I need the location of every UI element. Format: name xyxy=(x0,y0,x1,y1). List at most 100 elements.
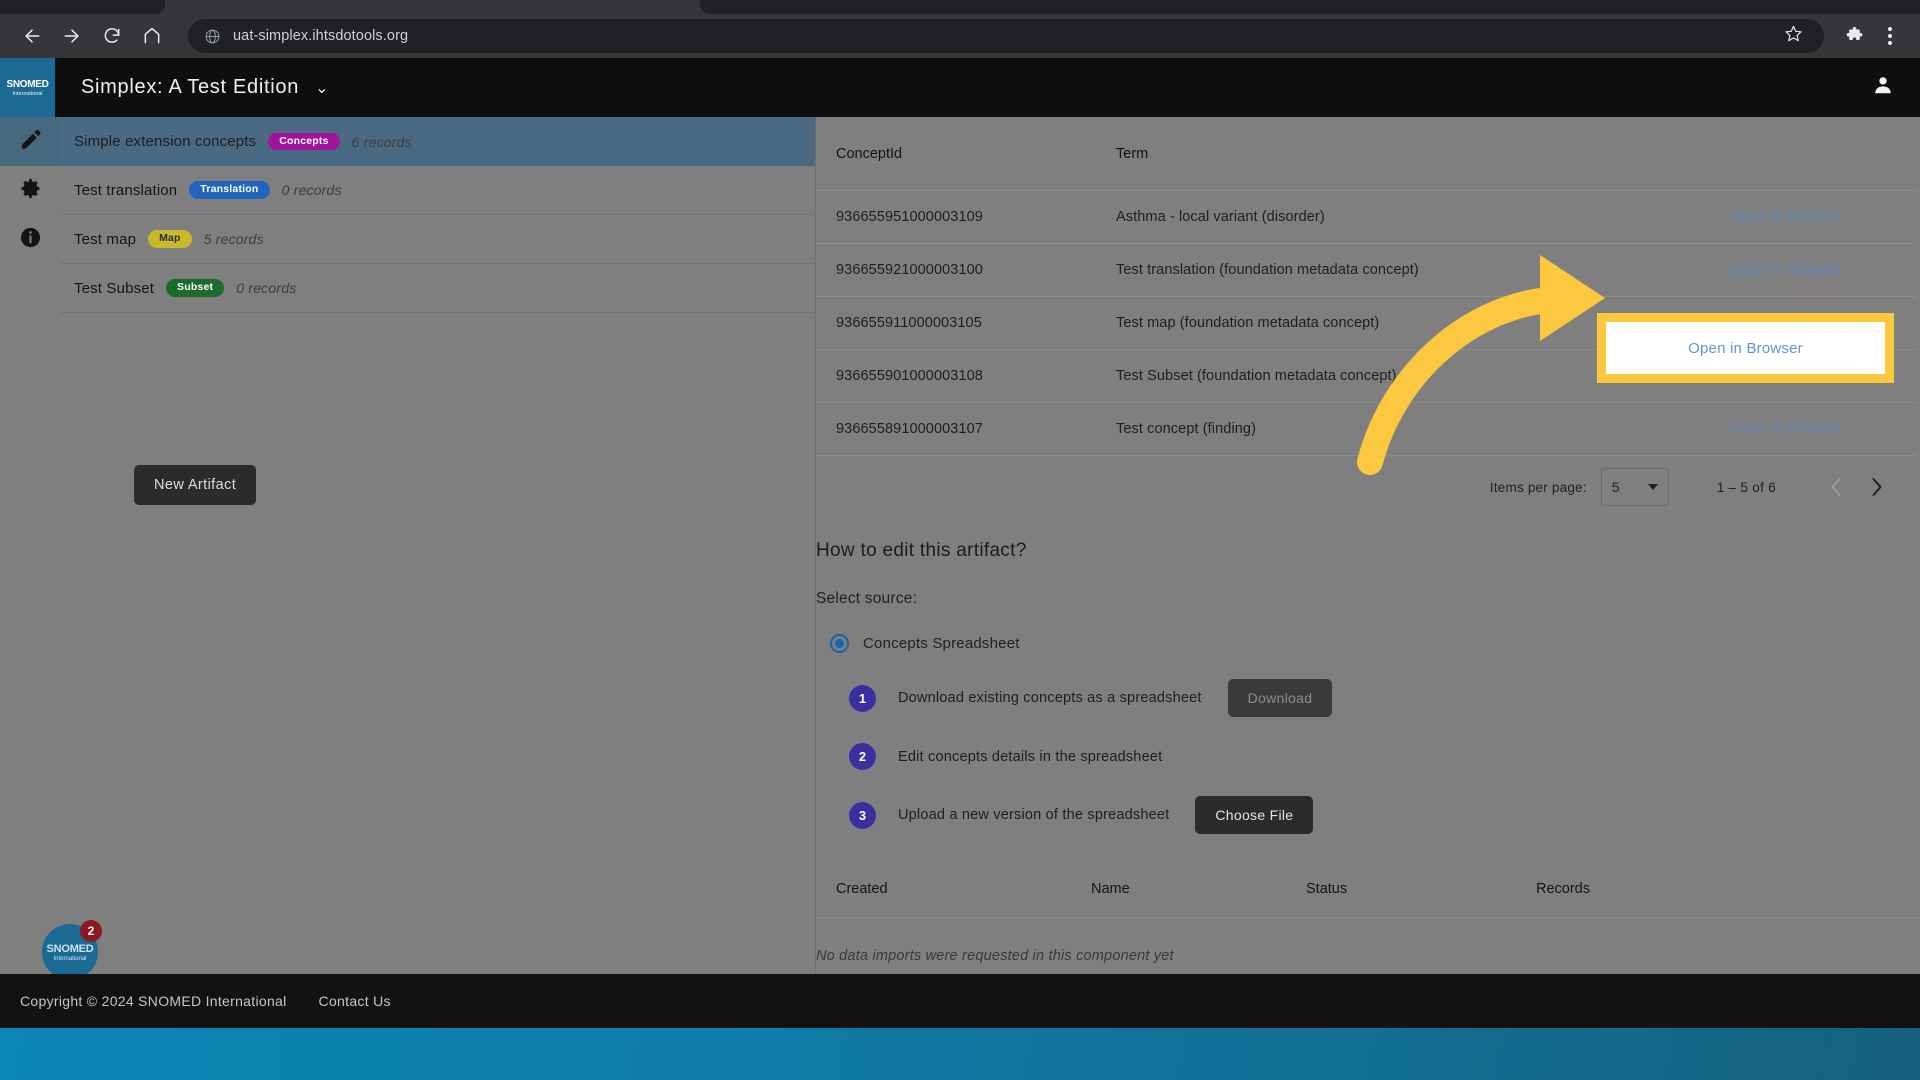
support-badge[interactable]: SNOMED International 2 xyxy=(42,920,102,980)
artifact-row[interactable]: Test Subset Subset 0 records xyxy=(60,264,815,313)
artifact-name: Simple extension concepts xyxy=(74,133,257,150)
address-bar[interactable]: uat-simplex.ihtsdotools.org xyxy=(188,19,1824,53)
artifact-row[interactable]: Simple extension concepts Concepts 6 rec… xyxy=(60,117,815,166)
concepts-table: ConceptId Term 936655951000003109 Asthma… xyxy=(816,117,1916,518)
rail-item-edit[interactable] xyxy=(0,117,60,166)
reload-icon[interactable] xyxy=(94,18,130,54)
home-icon[interactable] xyxy=(134,18,170,54)
cell-term: Asthma - local variant (disorder) xyxy=(1116,209,1325,225)
bottom-gradient-strip xyxy=(0,1028,1920,1080)
browser-chrome: uat-simplex.ihtsdotools.org xyxy=(0,0,1920,58)
cell-conceptid: 936655901000003108 xyxy=(836,368,983,384)
chevron-right-icon[interactable] xyxy=(1856,467,1896,507)
cell-conceptid: 936655891000003107 xyxy=(836,421,983,437)
support-badge-count: 2 xyxy=(80,920,102,942)
person-icon[interactable] xyxy=(1872,74,1894,101)
support-badge-line-2: International xyxy=(53,955,87,962)
cell-conceptid: 936655911000003105 xyxy=(836,315,982,331)
rail-item-info[interactable] xyxy=(0,215,60,264)
cell-term: Test map (foundation metadata concept) xyxy=(1116,315,1380,331)
artifact-name: Test translation xyxy=(74,181,178,199)
artifact-name: Test Subset xyxy=(74,279,155,297)
imports-empty-message: No data imports were requested in this c… xyxy=(816,948,1174,964)
step-row: 1 Download existing concepts as a spread… xyxy=(816,679,1920,717)
download-button[interactable]: Download xyxy=(1227,679,1333,717)
table-row: 936655891000003107 Test concept (finding… xyxy=(816,403,1916,456)
artifact-row[interactable]: Test translation Translation 0 records xyxy=(60,166,815,215)
main-content: ConceptId Term 936655951000003109 Asthma… xyxy=(816,117,1920,974)
artifact-records: 6 records xyxy=(351,133,412,150)
step-text: Edit concepts details in the spreadsheet xyxy=(898,748,1163,765)
open-in-browser-link[interactable]: Open in Browser xyxy=(1731,368,1842,384)
support-badge-line-1: SNOMED xyxy=(46,942,94,955)
step-text: Download existing concepts as a spreadsh… xyxy=(898,690,1202,706)
column-header-term: Term xyxy=(1116,145,1149,162)
artifact-type-chip: Subset xyxy=(166,279,225,297)
copyright-text: Copyright © 2024 SNOMED International xyxy=(20,993,287,1009)
cell-term: Test Subset (foundation metadata concept… xyxy=(1116,368,1397,384)
cell-term: Test concept (finding) xyxy=(1116,421,1257,437)
globe-icon xyxy=(204,28,221,45)
column-header-status: Status xyxy=(1306,880,1348,897)
how-to-edit-title: How to edit this artifact? xyxy=(816,540,1027,561)
open-in-browser-link-highlighted[interactable]: Open in Browser xyxy=(1731,315,1842,331)
step-number-badge: 2 xyxy=(849,743,876,770)
left-rail xyxy=(0,117,60,974)
artifact-records: 0 records xyxy=(281,182,342,198)
chevron-left-icon[interactable] xyxy=(1816,467,1856,507)
paginator: Items per page: 5 1 – 5 of 6 xyxy=(816,456,1916,518)
items-per-page-value: 5 xyxy=(1611,479,1620,495)
url-text: uat-simplex.ihtsdotools.org xyxy=(233,28,409,44)
step-text: Upload a new version of the spreadsheet xyxy=(898,807,1170,823)
chevron-down-icon[interactable]: ⌄ xyxy=(315,78,328,98)
browser-tab-active[interactable] xyxy=(0,0,165,14)
open-in-browser-link[interactable]: Open in Browser xyxy=(1731,421,1842,437)
app-header: SNOMED International Simplex: A Test Edi… xyxy=(0,58,1920,117)
chevron-down-icon xyxy=(1647,484,1658,490)
browser-tab-inactive[interactable] xyxy=(700,0,1920,14)
table-row: 936655951000003109 Asthma - local varian… xyxy=(816,191,1916,244)
table-row: 936655921000003100 Test translation (fou… xyxy=(816,244,1916,297)
logo-line-1: SNOMED xyxy=(6,78,49,90)
artifact-records: 5 records xyxy=(203,231,264,247)
how-to-edit-section: How to edit this artifact? Select source… xyxy=(816,540,1920,834)
step-number-badge: 3 xyxy=(849,801,876,829)
pencil-icon xyxy=(19,128,42,156)
artifacts-panel: Simple extension concepts Concepts 6 rec… xyxy=(60,117,816,974)
artifact-type-chip: Map xyxy=(148,230,192,248)
artifact-type-chip: Concepts xyxy=(268,132,340,151)
choose-file-button[interactable]: Choose File xyxy=(1195,796,1314,834)
new-artifact-button[interactable]: New Artifact xyxy=(134,465,257,505)
browser-toolbar: uat-simplex.ihtsdotools.org xyxy=(0,14,1920,58)
radio-label: Concepts Spreadsheet xyxy=(863,635,1020,652)
source-radio-row[interactable]: Concepts Spreadsheet xyxy=(816,634,1920,653)
page-title: Simplex: A Test Edition xyxy=(81,76,300,98)
forward-arrow-icon[interactable] xyxy=(54,18,90,54)
page-body: Simple extension concepts Concepts 6 rec… xyxy=(0,117,1920,980)
open-in-browser-link[interactable]: Open in Browser xyxy=(1731,209,1842,225)
column-header-name: Name xyxy=(1091,880,1130,897)
back-arrow-icon[interactable] xyxy=(14,18,50,54)
step-number-badge: 1 xyxy=(849,684,876,712)
footer: Copyright © 2024 SNOMED International Co… xyxy=(0,974,1920,1028)
column-header-conceptid: ConceptId xyxy=(836,145,903,162)
artifact-row[interactable]: Test map Map 5 records xyxy=(60,215,815,264)
items-per-page-label: Items per page: xyxy=(1489,479,1587,495)
star-icon[interactable] xyxy=(1784,24,1808,48)
puzzle-icon[interactable] xyxy=(1838,20,1870,52)
contact-us-link[interactable]: Contact Us xyxy=(319,993,391,1009)
items-per-page-select[interactable]: 5 xyxy=(1600,468,1669,506)
three-dot-menu-icon[interactable] xyxy=(1874,20,1906,52)
cell-term: Test translation (foundation metadata co… xyxy=(1116,262,1419,278)
info-icon xyxy=(19,226,42,254)
gear-icon xyxy=(19,177,42,205)
artifact-type-chip: Translation xyxy=(189,181,270,199)
radio-concepts-spreadsheet[interactable] xyxy=(830,634,849,653)
open-in-browser-link[interactable]: Open in Browser xyxy=(1731,262,1842,278)
snomed-logo: SNOMED International xyxy=(0,58,55,117)
table-row: 936655901000003108 Test Subset (foundati… xyxy=(816,350,1916,403)
column-header-created: Created xyxy=(836,880,888,897)
rail-item-settings[interactable] xyxy=(0,166,60,215)
artifact-records: 0 records xyxy=(236,280,297,296)
cell-conceptid: 936655921000003100 xyxy=(836,262,983,278)
